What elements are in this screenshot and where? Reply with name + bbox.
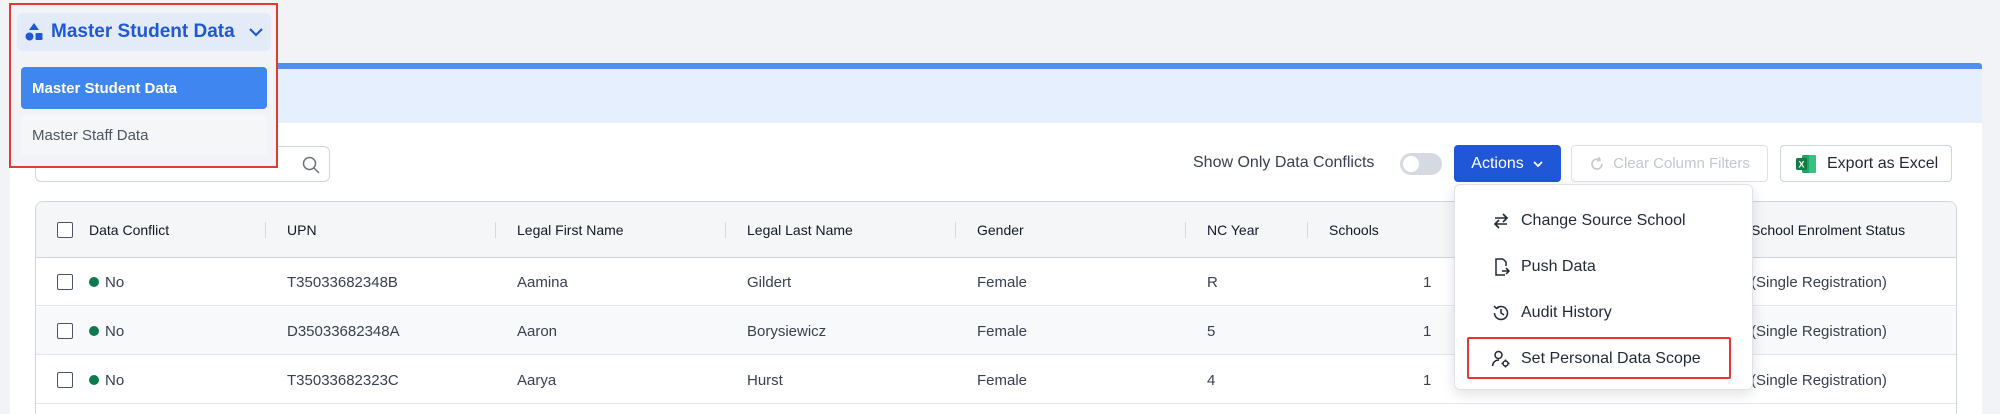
export-excel-button[interactable]: X Export as Excel	[1780, 145, 1952, 182]
row-checkbox[interactable]	[57, 372, 73, 388]
row-checkbox[interactable]	[57, 274, 73, 290]
status-dot	[89, 277, 99, 287]
menu-item-audit-history[interactable]: Audit History	[1491, 298, 1612, 328]
clear-filters-label: Clear Column Filters	[1613, 155, 1750, 172]
gender-cell: Female	[977, 273, 1028, 291]
data-conflict-value: No	[105, 371, 125, 389]
show-conflicts-label: Show Only Data Conflicts	[1193, 154, 1375, 171]
menu-item-label: Audit History	[1521, 304, 1612, 321]
nc-year-cell: R	[1207, 273, 1218, 291]
column-header-nc-year[interactable]: NC Year	[1207, 202, 1259, 258]
excel-icon: X	[1796, 154, 1816, 173]
push-file-icon	[1495, 258, 1511, 276]
annotation-highlight-box	[1467, 337, 1731, 379]
column-header-data-conflict[interactable]: Data Conflict	[89, 202, 169, 258]
upn-cell: T35033682323C	[287, 371, 399, 389]
header-band	[10, 69, 1982, 123]
chevron-down-icon	[1533, 160, 1543, 167]
column-separator[interactable]	[955, 222, 956, 238]
first-name-cell: Aamina	[517, 273, 568, 291]
data-selector-options: Master Student Data Master Staff Data	[17, 62, 271, 158]
swap-arrows-icon	[1493, 213, 1509, 229]
menu-item-change-source-school[interactable]: Change Source School	[1491, 206, 1686, 236]
upn-cell: T35033682348B	[287, 273, 398, 291]
data-selector-current: Master Student Data	[51, 21, 235, 42]
chevron-down-icon	[248, 28, 263, 37]
menu-item-label: Change Source School	[1521, 212, 1686, 229]
column-header-school-enrolment-status[interactable]: School Enrolment Status	[1751, 202, 1905, 258]
search-icon	[302, 156, 320, 174]
column-header-legal-first-name[interactable]: Legal First Name	[517, 202, 624, 258]
column-separator[interactable]	[495, 222, 496, 238]
nc-year-cell: 5	[1207, 322, 1216, 340]
option-master-student-data[interactable]: Master Student Data	[21, 67, 267, 109]
show-conflicts-toggle[interactable]	[1400, 153, 1442, 175]
last-name-cell: Gildert	[747, 273, 792, 291]
last-name-cell: Borysiewicz	[747, 322, 827, 340]
schools-cell: 1	[1423, 322, 1432, 340]
first-name-cell: Aaron	[517, 322, 558, 340]
status-dot	[89, 326, 99, 336]
menu-item-push-data[interactable]: Push Data	[1491, 252, 1596, 282]
data-conflict-value: No	[105, 322, 125, 340]
gender-cell: Female	[977, 371, 1028, 389]
column-header-schools[interactable]: Schools	[1329, 202, 1379, 258]
export-label: Export as Excel	[1827, 154, 1939, 172]
column-separator[interactable]	[1307, 222, 1308, 238]
option-master-staff-data[interactable]: Master Staff Data	[21, 115, 267, 155]
actions-button-label: Actions	[1471, 154, 1524, 172]
select-all-checkbox[interactable]	[57, 222, 73, 238]
status-dot	[89, 375, 99, 385]
schools-cell: 1	[1423, 371, 1432, 389]
svg-text:X: X	[1798, 159, 1804, 169]
select-all-checkbox-cell[interactable]	[57, 202, 73, 258]
column-header-legal-last-name[interactable]: Legal Last Name	[747, 202, 853, 258]
toggle-knob	[1403, 156, 1419, 172]
clear-column-filters-button[interactable]: Clear Column Filters	[1571, 145, 1768, 182]
upn-cell: D35033682348A	[287, 322, 400, 340]
first-name-cell: Aarya	[517, 371, 557, 389]
actions-button[interactable]: Actions	[1454, 145, 1561, 182]
column-header-gender[interactable]: Gender	[977, 202, 1024, 258]
column-header-upn[interactable]: UPN	[287, 202, 317, 258]
refresh-icon	[1591, 156, 1603, 170]
enrolment-status-cell: (Single Registration)	[1751, 273, 1887, 291]
data-selector-dropdown[interactable]: Master Student Data	[17, 13, 271, 51]
enrolment-status-cell: (Single Registration)	[1751, 322, 1887, 340]
column-separator[interactable]	[1185, 222, 1186, 238]
schools-cell: 1	[1423, 273, 1432, 291]
nc-year-cell: 4	[1207, 371, 1216, 389]
enrolment-status-cell: (Single Registration)	[1751, 371, 1887, 389]
column-separator[interactable]	[725, 222, 726, 238]
menu-item-label: Push Data	[1521, 258, 1596, 275]
gender-cell: Female	[977, 322, 1028, 340]
data-conflict-value: No	[105, 273, 125, 291]
shapes-icon	[25, 23, 43, 41]
history-icon	[1493, 305, 1509, 321]
last-name-cell: Hurst	[747, 371, 783, 389]
column-separator[interactable]	[265, 222, 266, 238]
row-checkbox[interactable]	[57, 323, 73, 339]
